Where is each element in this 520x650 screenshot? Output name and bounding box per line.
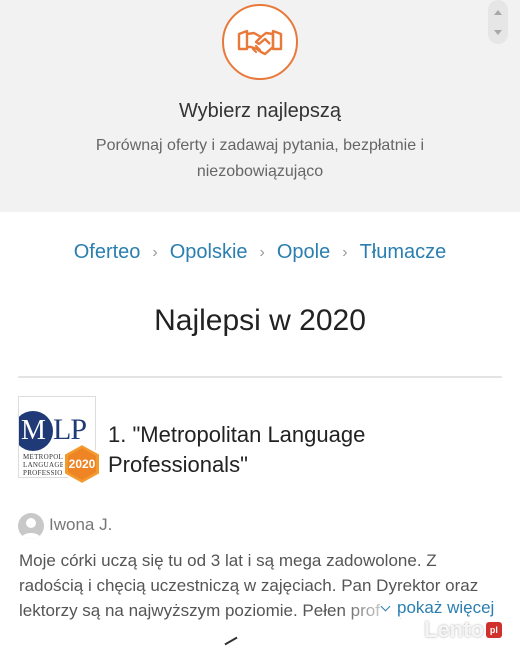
watermark-logo: Lento pl xyxy=(424,617,502,643)
show-more-button[interactable]: pokaż więcej xyxy=(380,598,495,618)
page-scroll-control[interactable] xyxy=(488,0,508,44)
hero-subtitle: Porównaj oferty i zadawaj pytania, bezpł… xyxy=(95,137,425,180)
chevron-right-icon: › xyxy=(342,243,348,261)
breadcrumb: Oferteo › Opolskie › Opole › Tłumacze xyxy=(0,241,520,264)
partial-content-edge xyxy=(224,636,238,646)
breadcrumb-item-oferteo[interactable]: Oferteo xyxy=(74,241,141,264)
listing-title[interactable]: 1. "Metropolitan Language Professionals" xyxy=(108,420,488,480)
user-icon xyxy=(21,518,41,539)
divider xyxy=(18,376,502,378)
logo-monogram-m: M xyxy=(19,411,53,451)
scroll-up-icon[interactable] xyxy=(494,9,502,15)
chevron-right-icon: › xyxy=(259,243,265,261)
avatar xyxy=(18,513,44,539)
breadcrumb-item-opole[interactable]: Opole xyxy=(277,241,330,264)
logo-monogram-lp: LP xyxy=(53,413,87,446)
chevron-down-icon xyxy=(380,601,391,611)
page-title: Najlepsi w 2020 xyxy=(154,304,366,337)
reviewer-name: Iwona J. xyxy=(49,515,113,534)
show-more-label: pokaż więcej xyxy=(397,598,495,617)
scroll-down-icon[interactable] xyxy=(494,29,502,35)
hero-banner: Wybierz najlepszą Porównaj oferty i zada… xyxy=(0,0,520,212)
handshake-icon xyxy=(222,4,298,80)
breadcrumb-item-opolskie[interactable]: Opolskie xyxy=(170,241,248,264)
hero-title: Wybierz najlepszą xyxy=(178,100,342,122)
breadcrumb-item-tlumacze[interactable]: Tłumacze xyxy=(360,241,447,264)
chevron-right-icon: › xyxy=(152,243,158,261)
award-badge-year: 2020 xyxy=(68,457,96,471)
